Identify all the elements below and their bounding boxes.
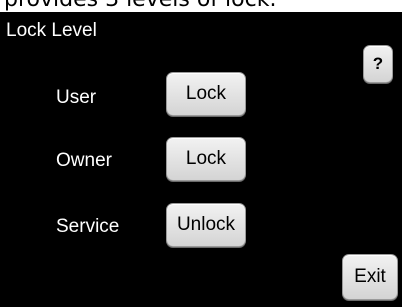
user-label: User: [56, 87, 97, 108]
help-button[interactable]: ?: [363, 45, 393, 83]
stage: provides 3 levels of lock. Lock Level ? …: [0, 0, 402, 307]
screen-title: Lock Level: [6, 20, 97, 41]
owner-label: Owner: [56, 150, 112, 171]
owner-lock-button[interactable]: Lock: [166, 137, 246, 181]
service-lock-button[interactable]: Unlock: [166, 203, 246, 247]
exit-button[interactable]: Exit: [342, 254, 398, 300]
service-label: Service: [56, 216, 120, 237]
user-lock-button[interactable]: Lock: [166, 72, 246, 116]
